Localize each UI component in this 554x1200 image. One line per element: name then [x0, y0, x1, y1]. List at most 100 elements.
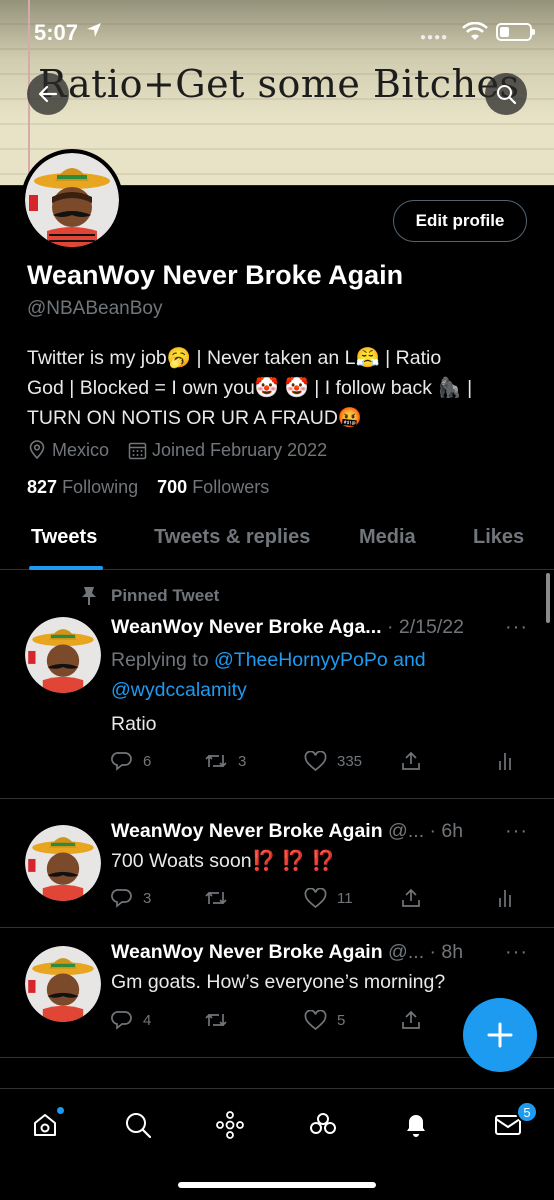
share-button[interactable] — [400, 747, 432, 775]
avatar-image — [25, 153, 119, 247]
profile-meta: Mexico Joined February 2022 — [27, 437, 327, 463]
location: Mexico — [27, 440, 109, 461]
reply-button[interactable]: 3 — [111, 884, 151, 912]
retweet-button[interactable] — [204, 884, 238, 912]
tweet-avatar[interactable] — [25, 946, 101, 1022]
share-button[interactable] — [400, 1006, 432, 1034]
reply-count: 3 — [143, 889, 152, 907]
tweet-avatar[interactable] — [25, 617, 101, 693]
home-indicator[interactable] — [178, 1182, 376, 1188]
tab-media[interactable]: Media — [359, 526, 416, 549]
tweet-header: WeanWoy Never Broke Aga... · 2/15/22 — [111, 616, 464, 639]
like-count: 11 — [337, 889, 353, 907]
tweet-text: Gm goats. How’s everyone’s morning? — [111, 971, 446, 993]
reply-button[interactable]: 4 — [111, 1006, 151, 1034]
search-icon — [497, 85, 517, 105]
tweet-author-name[interactable]: WeanWoy Never Broke Again — [111, 941, 383, 963]
profile-tabs: Tweets Tweets & replies Media Likes — [0, 510, 554, 570]
following-label: Following — [62, 477, 139, 497]
replying-prefix: Replying to — [111, 649, 214, 671]
heart-icon — [304, 1009, 327, 1030]
tab-likes[interactable]: Likes — [473, 526, 524, 549]
tweet-actions: 4 5 — [111, 1006, 521, 1034]
tweet-text: 700 Woats soon⁉️ ⁉️ ⁉️ — [111, 850, 336, 872]
analytics-button[interactable] — [498, 747, 524, 775]
signal-dots-icon: ●●●● — [420, 32, 449, 43]
status-time: 5:07 — [34, 20, 79, 45]
active-tab-indicator — [29, 566, 103, 570]
reply-count: 6 — [143, 752, 152, 770]
replying-to: Replying to @TheeHornyyPoPo and — [111, 645, 426, 675]
wifi-icon — [462, 22, 488, 40]
retweet-button[interactable] — [204, 1006, 238, 1034]
battery-icon — [496, 23, 535, 41]
retweet-count: 3 — [238, 752, 247, 770]
more-options-icon[interactable]: ··· — [505, 616, 528, 639]
search-button[interactable] — [485, 73, 527, 115]
followers-link[interactable]: 700 Followers — [157, 477, 269, 497]
pinned-label: Pinned Tweet — [111, 586, 220, 605]
reply-icon — [111, 889, 132, 908]
profile-bio: Twitter is my job🥱 | Never taken an L😤 |… — [27, 343, 527, 433]
like-count: 335 — [337, 752, 363, 770]
nav-spaces[interactable] — [210, 1105, 250, 1145]
following-link[interactable]: 827 Following — [27, 477, 143, 497]
like-button[interactable]: 335 — [304, 747, 362, 775]
nav-notifications[interactable] — [396, 1105, 436, 1145]
tweet-avatar[interactable] — [25, 825, 101, 901]
spaces-icon — [216, 1111, 244, 1139]
share-icon — [402, 1010, 420, 1029]
mention-link[interactable]: @wydccalamity — [111, 675, 247, 705]
followers-count: 700 — [157, 477, 188, 497]
tweet-header: WeanWoy Never Broke Again @... · 8h — [111, 941, 463, 964]
plus-icon — [487, 1022, 513, 1048]
more-options-icon[interactable]: ··· — [505, 820, 528, 843]
share-button[interactable] — [400, 884, 432, 912]
nav-communities[interactable] — [303, 1105, 343, 1145]
tab-tweets[interactable]: Tweets — [31, 526, 97, 549]
messages-badge: 5 — [516, 1101, 538, 1123]
retweet-icon — [205, 891, 227, 905]
tweet-actions: 3 11 — [111, 884, 521, 912]
share-icon — [402, 888, 420, 907]
joined-date: Joined February 2022 — [128, 440, 327, 461]
analytics-button[interactable] — [498, 884, 524, 912]
bio-line: Twitter is my job🥱 | Never taken an L😤 |… — [27, 347, 442, 369]
tweet-meta: @... · 6h — [382, 820, 464, 842]
analytics-icon — [499, 753, 511, 770]
mention-link[interactable]: @TheeHornyyPoPo — [214, 649, 388, 671]
nav-search[interactable] — [118, 1105, 158, 1145]
profile-avatar[interactable] — [21, 149, 123, 251]
avatar-image — [25, 946, 101, 1022]
unread-dot — [57, 1107, 64, 1114]
tweet-author-name[interactable]: WeanWoy Never Broke Again — [111, 820, 383, 842]
location-text: Mexico — [52, 439, 110, 460]
search-icon — [126, 1113, 152, 1139]
reply-icon — [111, 1011, 132, 1030]
edit-profile-button[interactable]: Edit profile — [393, 200, 527, 242]
profile-handle: @NBABeanBoy — [27, 298, 163, 319]
compose-tweet-button[interactable] — [463, 998, 537, 1072]
like-count: 5 — [337, 1011, 346, 1029]
reply-button[interactable]: 6 — [111, 747, 151, 775]
like-button[interactable]: 11 — [304, 884, 353, 912]
joined-text: Joined February 2022 — [152, 439, 328, 460]
more-options-icon[interactable]: ··· — [505, 941, 528, 964]
retweet-icon — [205, 754, 227, 768]
retweet-button[interactable]: 3 — [204, 747, 246, 775]
status-bar: 5:07 ●●●● — [0, 0, 554, 60]
location-arrow-icon — [87, 23, 101, 37]
like-button[interactable]: 5 — [304, 1006, 345, 1034]
avatar-image — [25, 617, 101, 693]
banner-text: Ratio+Get some Bitches — [38, 62, 520, 106]
bell-icon — [407, 1115, 425, 1137]
back-button[interactable] — [27, 73, 69, 115]
tweet-actions: 6 3 335 — [111, 747, 521, 775]
display-name: WeanWoy Never Broke Again — [27, 260, 404, 290]
bio-line: TURN ON NOTIS OR UR A FRAUD🤬 — [27, 407, 363, 429]
nav-home[interactable] — [25, 1105, 65, 1145]
tweet-author-name[interactable]: WeanWoy Never Broke Aga... — [111, 616, 382, 638]
location-pin-icon — [29, 440, 45, 460]
tweet-header: WeanWoy Never Broke Again @... · 6h — [111, 820, 463, 843]
tab-tweets-and-replies[interactable]: Tweets & replies — [154, 526, 310, 549]
